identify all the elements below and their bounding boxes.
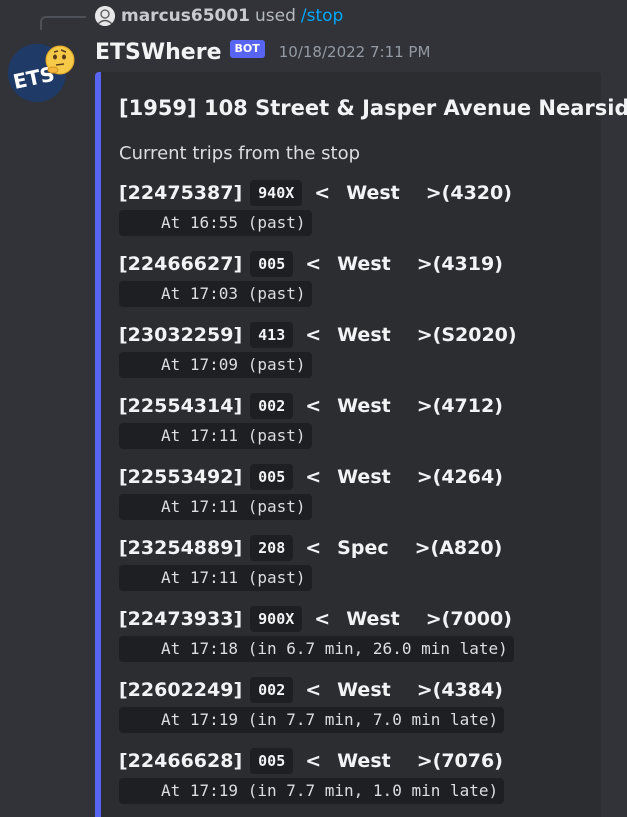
trip-time: At 17:09 (past) [119, 352, 312, 378]
embed-title: [1959] 108 Street & Jasper Avenue Nearsi… [119, 96, 627, 120]
trip-id: [23254889] [119, 537, 243, 559]
direction-close-bracket: > [425, 608, 442, 630]
trip-item: [22553492] 005 < West > (4264) At 17:11 … [119, 462, 599, 533]
stop-embed: [1959] 108 Street & Jasper Avenue Nearsi… [95, 72, 627, 817]
trip-time: At 16:55 (past) [119, 210, 312, 236]
vehicle-number: (4264) [432, 466, 503, 488]
bot-badge: BOT [229, 40, 265, 58]
vehicle-number: (4319) [432, 253, 503, 275]
trip-id: [22553492] [119, 466, 243, 488]
direction-close-bracket: > [416, 324, 433, 346]
vehicle-number: (S2020) [432, 324, 517, 346]
trip-direction: Spec [337, 537, 389, 559]
replied-user-avatar[interactable] [95, 6, 115, 26]
direction-open-bracket: < [314, 608, 331, 630]
direction-close-bracket: > [416, 679, 433, 701]
vehicle-number: (7000) [441, 608, 512, 630]
direction-close-bracket: > [416, 750, 433, 772]
route-code: 208 [250, 535, 294, 561]
route-code: 900X [250, 606, 303, 632]
vehicle-number: (7076) [432, 750, 503, 772]
vehicle-number: (4712) [432, 395, 503, 417]
vehicle-number: (A820) [430, 537, 503, 559]
route-code: 002 [250, 393, 294, 419]
trip-header: [22475387] 940X < West > (4320) [119, 178, 512, 208]
trip-direction: West [346, 608, 400, 630]
reply-context[interactable]: marcus65001 used /stop [95, 5, 343, 27]
reply-connector [40, 16, 86, 30]
direction-close-bracket: > [425, 182, 442, 204]
trip-header: [22466627] 005 < West > (4319) [119, 249, 503, 279]
trip-time: At 17:11 (past) [119, 494, 312, 520]
trip-item: [23032259] 413 < West > (S2020) At 17:09… [119, 320, 599, 391]
vehicle-number: (4384) [432, 679, 503, 701]
trip-id: [22554314] [119, 395, 243, 417]
bot-avatar[interactable]: ETS [8, 44, 75, 102]
direction-close-bracket: > [416, 395, 433, 417]
trip-direction: West [337, 324, 391, 346]
trip-time: At 17:11 (past) [119, 423, 312, 449]
trip-item: [22602249] 002 < West > (4384) At 17:19 … [119, 675, 599, 746]
trip-time: At 17:11 (past) [119, 565, 312, 591]
trip-id: [22473933] [119, 608, 243, 630]
direction-open-bracket: < [305, 679, 322, 701]
discord-message-view: marcus65001 used /stop ETS ETSWhere BOT … [0, 0, 627, 817]
direction-open-bracket: < [314, 182, 331, 204]
route-code: 413 [250, 322, 294, 348]
direction-open-bracket: < [305, 750, 322, 772]
route-code: 005 [250, 464, 294, 490]
trip-item: [22554314] 002 < West > (4712) At 17:11 … [119, 391, 599, 462]
trip-direction: West [346, 182, 400, 204]
slash-command-link[interactable]: /stop [301, 6, 343, 26]
route-code: 005 [250, 251, 294, 277]
message-timestamp[interactable]: 10/18/2022 7:11 PM [279, 43, 431, 61]
trip-item: [22466627] 005 < West > (4319) At 17:03 … [119, 249, 599, 320]
trip-header: [22473933] 900X < West > (7000) [119, 604, 512, 634]
trip-direction: West [337, 750, 391, 772]
bot-username[interactable]: ETSWhere [95, 40, 222, 65]
trip-id: [22466627] [119, 253, 243, 275]
trip-header: [22466628] 005 < West > (7076) [119, 746, 503, 776]
route-code: 940X [250, 180, 303, 206]
direction-close-bracket: > [414, 537, 431, 559]
trip-item: [22475387] 940X < West > (4320) At 16:55… [119, 178, 599, 249]
direction-open-bracket: < [305, 395, 322, 417]
vehicle-number: (4320) [441, 182, 512, 204]
direction-close-bracket: > [416, 466, 433, 488]
trip-time: At 17:19 (in 7.7 min, 7.0 min late) [119, 707, 505, 733]
trip-item: [22473933] 900X < West > (7000) At 17:18… [119, 604, 599, 675]
trip-direction: West [337, 679, 391, 701]
direction-open-bracket: < [305, 324, 322, 346]
trip-direction: West [337, 395, 391, 417]
direction-open-bracket: < [305, 253, 322, 275]
trip-header: [22554314] 002 < West > (4712) [119, 391, 503, 421]
route-code: 005 [250, 748, 294, 774]
trip-header: [23254889] 208 < Spec > (A820) [119, 533, 502, 563]
trip-id: [22602249] [119, 679, 243, 701]
trip-direction: West [337, 466, 391, 488]
trip-header: [22602249] 002 < West > (4384) [119, 675, 503, 705]
ets-thinking-avatar-icon: ETS [8, 44, 75, 102]
trip-direction: West [337, 253, 391, 275]
trip-id: [23032259] [119, 324, 243, 346]
route-code: 002 [250, 677, 294, 703]
message-header: ETSWhere BOT 10/18/2022 7:11 PM [95, 37, 430, 67]
trip-item: [23254889] 208 < Spec > (A820) At 17:11 … [119, 533, 599, 604]
trip-header: [23032259] 413 < West > (S2020) [119, 320, 517, 350]
trip-time: At 17:18 (in 6.7 min, 26.0 min late) [119, 636, 514, 662]
direction-open-bracket: < [305, 466, 322, 488]
trip-item: [22466628] 005 < West > (7076) At 17:19 … [119, 746, 599, 817]
direction-close-bracket: > [416, 253, 433, 275]
trip-header: [22553492] 005 < West > (4264) [119, 462, 503, 492]
trip-id: [22475387] [119, 182, 243, 204]
user-avatar-icon [95, 6, 115, 26]
trip-time: At 17:03 (past) [119, 281, 312, 307]
trip-time: At 17:19 (in 7.7 min, 1.0 min late) [119, 778, 505, 804]
direction-open-bracket: < [305, 537, 322, 559]
trip-id: [22466628] [119, 750, 243, 772]
embed-description: Current trips from the stop [119, 143, 361, 164]
replied-username[interactable]: marcus65001 [121, 6, 250, 26]
reply-verb: used [255, 6, 296, 26]
